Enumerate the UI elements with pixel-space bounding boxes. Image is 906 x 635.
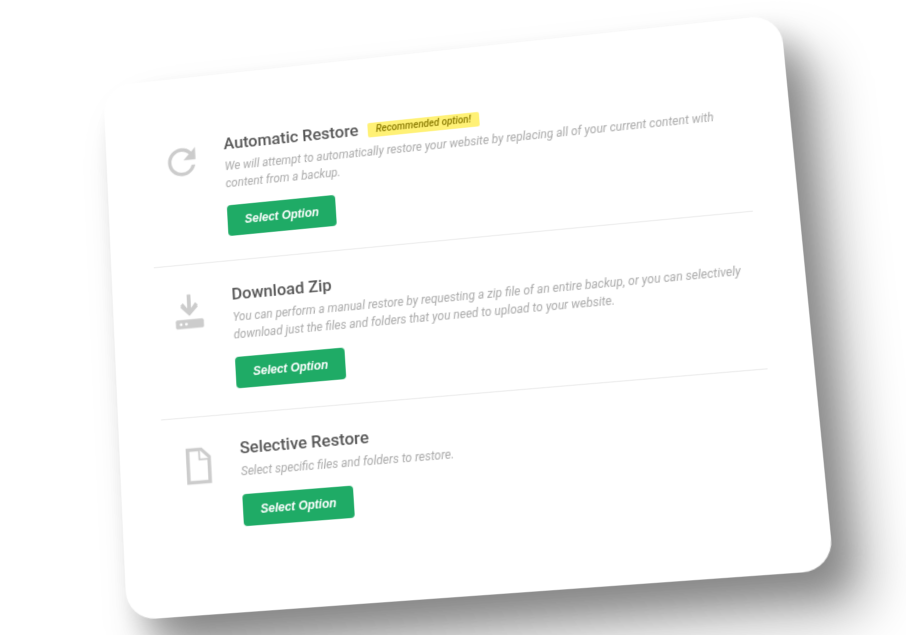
option-content: Automatic Restore Recommended option! We… [214,81,751,236]
download-icon [167,289,211,339]
restore-options-card: Automatic Restore Recommended option! We… [103,14,834,620]
icon-column [162,439,232,494]
select-option-button[interactable]: Select Option [242,485,355,526]
option-content: Download Zip You can perform a manual re… [222,236,766,389]
refresh-icon [160,139,204,189]
icon-column [155,286,224,340]
select-option-button[interactable]: Select Option [227,194,337,235]
icon-column [148,136,216,190]
select-option-button[interactable]: Select Option [235,347,347,388]
file-icon [175,442,220,493]
option-content: Selective Restore Select specific files … [230,394,779,526]
